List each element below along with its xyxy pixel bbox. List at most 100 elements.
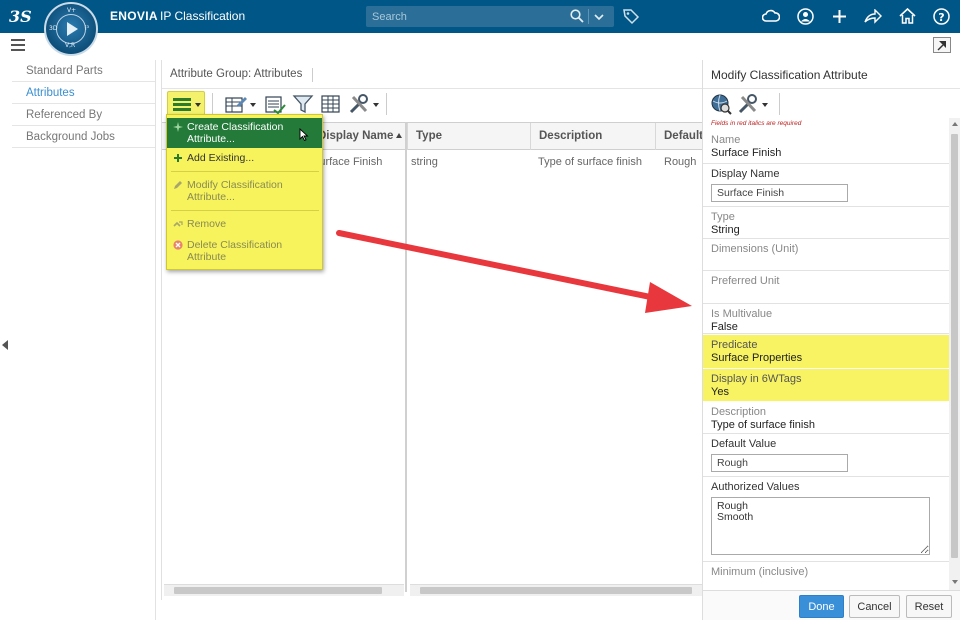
authorized-values-textarea[interactable]: Rough Smooth (711, 497, 930, 555)
field-value: Yes (711, 386, 729, 398)
reset-button[interactable]: Reset (906, 595, 952, 618)
field-preferred-unit: Preferred Unit (703, 271, 949, 304)
title-separator (312, 68, 313, 82)
toolbar-separator (212, 93, 213, 115)
compass-label-west: 3D (49, 25, 58, 32)
menu-separator (171, 171, 319, 172)
field-name: Name Surface Finish (703, 130, 949, 164)
field-description: Description Type of surface finish (703, 402, 949, 434)
scrollbar-thumb[interactable] (420, 587, 692, 594)
menu-item-label: Attribute (187, 251, 227, 263)
field-label: Type (711, 211, 735, 223)
edit-table-icon[interactable] (224, 93, 256, 115)
field-display-name: Display Name (703, 164, 949, 207)
field-label: Is Multivalue (711, 308, 773, 320)
top-bar: 3S ENOVIA IP Classification Search ? (0, 0, 960, 33)
field-predicate: Predicate Surface Properties (703, 335, 949, 368)
search-divider (588, 9, 589, 24)
search-box (366, 6, 614, 27)
app-name: IP Classification (160, 9, 246, 23)
cell-default: Rough (664, 156, 697, 168)
3ds-logo-icon[interactable]: 3S (8, 5, 34, 27)
right-horizontal-scrollbar[interactable] (410, 584, 702, 596)
remove-icon (173, 221, 183, 227)
help-icon[interactable]: ? (930, 6, 952, 26)
field-default-value: Default Value (703, 434, 949, 477)
field-label: Display in 6WTags (711, 373, 802, 385)
required-fields-note: Fields in red italics are required (711, 120, 802, 127)
chevron-down-icon[interactable] (592, 10, 606, 24)
scroll-down-icon[interactable] (952, 580, 958, 584)
field-label: Name (711, 134, 741, 146)
scrollbar-thumb[interactable] (951, 134, 958, 558)
mouse-cursor-icon (299, 128, 309, 141)
field-label: Dimensions (Unit) (711, 243, 799, 255)
actions-menu-button[interactable] (167, 91, 205, 116)
column-header-type[interactable]: Type (407, 123, 529, 150)
field-label: Predicate (711, 339, 758, 351)
menu-item-label: Modify Classification (187, 179, 283, 191)
panel-title: Attribute Group: Attributes (170, 68, 303, 80)
globe-search-icon[interactable] (710, 93, 732, 115)
top-icon-group: ? (760, 6, 952, 26)
search-icon[interactable] (570, 9, 584, 23)
menu-item-label: Add Existing... (187, 152, 255, 164)
menu-item-delete-classification-attribute[interactable]: Delete Classification Attribute (167, 239, 322, 263)
filter-icon[interactable] (292, 93, 314, 115)
display-name-input[interactable] (711, 184, 848, 202)
pencil-icon (174, 181, 182, 189)
cancel-button[interactable]: Cancel (849, 595, 900, 618)
pin-button[interactable] (933, 37, 951, 53)
menu-item-add-existing[interactable]: Add Existing... (167, 152, 322, 164)
collapse-left-panel-icon[interactable] (2, 340, 8, 350)
done-button[interactable]: Done (799, 595, 844, 618)
sort-ascending-icon (396, 133, 403, 139)
brand-name: ENOVIA (110, 9, 158, 23)
nav-item-referenced-by[interactable]: Referenced By (12, 104, 155, 126)
search-input[interactable] (372, 9, 562, 24)
field-value: String (711, 224, 740, 236)
nav-item-attributes[interactable]: Attributes (12, 82, 155, 104)
menu-item-remove[interactable]: Remove (167, 218, 322, 230)
field-value: Surface Properties (711, 352, 803, 364)
column-header-description[interactable]: Description (530, 123, 654, 150)
left-horizontal-scrollbar[interactable] (164, 584, 404, 596)
export-list-icon[interactable] (264, 93, 286, 115)
scrollbar-thumb[interactable] (174, 587, 382, 594)
left-navigation: Standard Parts Attributes Referenced By … (12, 60, 156, 620)
cell-type: string (411, 156, 438, 168)
field-dimensions: Dimensions (Unit) (703, 239, 949, 271)
tools-icon[interactable] (737, 93, 769, 115)
share-icon[interactable] (862, 6, 884, 26)
field-value: False (711, 321, 738, 333)
form-vertical-scrollbar[interactable] (949, 118, 960, 590)
tools-icon[interactable] (348, 93, 380, 115)
menu-item-modify-classification-attribute[interactable]: Modify Classification Attribute... (167, 179, 322, 203)
column-header-default[interactable]: Default (655, 123, 703, 150)
svg-text:?: ? (938, 10, 944, 23)
cloud-icon[interactable] (760, 6, 782, 26)
scroll-up-icon[interactable] (952, 122, 958, 126)
nav-item-standard-parts[interactable]: Standard Parts (12, 60, 155, 82)
default-value-input[interactable] (711, 454, 848, 472)
field-display-in-6wtags: Display in 6WTags Yes (703, 369, 949, 401)
svg-text:3S: 3S (9, 7, 32, 26)
form-footer: Done Cancel Reset (703, 590, 960, 620)
right-panel-toolbar (703, 88, 960, 118)
field-is-multivalue: Is Multivalue False (703, 304, 949, 334)
field-type: Type String (703, 207, 949, 239)
table-settings-icon[interactable] (320, 93, 342, 115)
field-label: Authorized Values (711, 481, 800, 493)
hamburger-menu-icon[interactable] (11, 39, 25, 51)
field-authorized-values: Authorized Values Rough Smooth (703, 477, 949, 562)
caret-down-icon (195, 103, 201, 107)
nav-item-background-jobs[interactable]: Background Jobs (12, 126, 155, 148)
toolbar-separator (779, 93, 780, 115)
column-header-display-name[interactable]: Display Name (310, 123, 406, 150)
home-icon[interactable] (896, 6, 918, 26)
compass-widget[interactable]: V+ 3D i³ V,R (44, 2, 98, 56)
frozen-column-separator (405, 122, 407, 592)
plus-icon[interactable] (828, 6, 850, 26)
tag-icon[interactable] (622, 7, 640, 25)
user-icon[interactable] (794, 6, 816, 26)
